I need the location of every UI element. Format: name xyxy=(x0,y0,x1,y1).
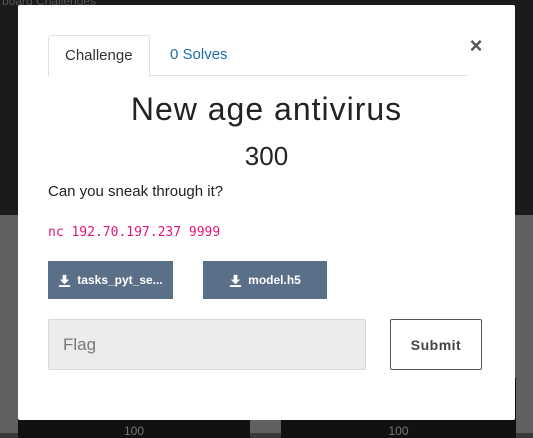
download-file-button[interactable]: tasks_pyt_se... xyxy=(48,261,173,299)
tab-solves[interactable]: 0 Solves xyxy=(154,35,244,77)
download-icon xyxy=(230,274,242,287)
file-name: model.h5 xyxy=(248,273,301,287)
modal-tabs: Challenge 0 Solves xyxy=(48,35,468,77)
challenge-modal: × Challenge 0 Solves New age antivirus 3… xyxy=(18,5,515,420)
tab-challenge[interactable]: Challenge xyxy=(48,35,150,77)
flag-input[interactable] xyxy=(48,319,366,370)
file-name: tasks_pyt_se... xyxy=(77,273,163,287)
download-icon xyxy=(59,274,71,287)
connection-command: nc 192.70.197.237 9999 xyxy=(48,225,221,240)
challenge-points: 300 xyxy=(244,141,289,171)
download-file-button[interactable]: model.h5 xyxy=(203,261,327,299)
close-icon[interactable]: × xyxy=(468,35,484,57)
challenge-title: New age antivirus xyxy=(130,91,403,127)
backdrop-card-points: 100 xyxy=(388,424,409,438)
challenge-description: Can you sneak through it? xyxy=(48,183,224,200)
submit-button[interactable]: Submit xyxy=(390,319,482,370)
backdrop-card-points: 100 xyxy=(123,424,145,438)
